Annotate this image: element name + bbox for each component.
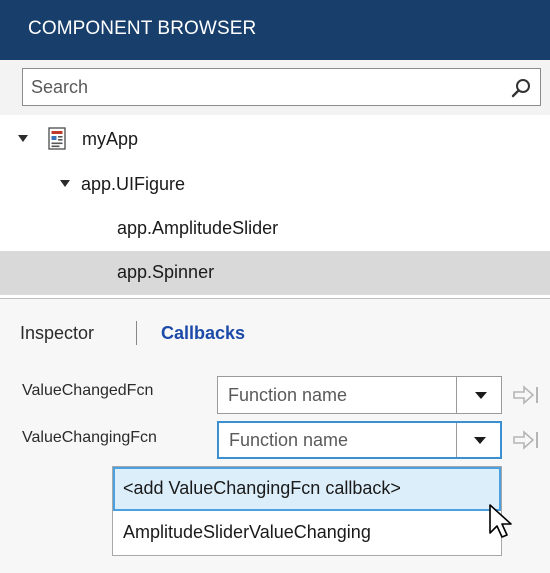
tree-node-uifigure[interactable]: app.UIFigure xyxy=(0,163,550,207)
callback-label-valuechangingfcn: ValueChangingFcn xyxy=(22,429,157,446)
tree-node-spinner[interactable]: app.Spinner xyxy=(0,251,550,295)
tab-inspector[interactable]: Inspector xyxy=(20,323,94,344)
search-icon[interactable] xyxy=(510,77,532,99)
chevron-down-icon[interactable] xyxy=(475,392,487,399)
dropdown-option-label: <add ValueChangingFcn callback> xyxy=(123,478,401,498)
combo-placeholder[interactable]: Function name xyxy=(229,430,348,451)
combo-placeholder[interactable]: Function name xyxy=(228,385,347,406)
chevron-down-icon[interactable] xyxy=(474,437,486,444)
callback-label-valuechangedfcn: ValueChangedFcn xyxy=(22,382,154,399)
dropdown-option-add-callback[interactable]: <add ValueChangingFcn callback> xyxy=(113,467,501,511)
component-tree: myApp app.UIFigure app.AmplitudeSlider a… xyxy=(0,115,550,298)
go-to-callback-icon[interactable] xyxy=(512,384,542,406)
search-area xyxy=(0,60,550,115)
tree-node-amplitudeslider[interactable]: app.AmplitudeSlider xyxy=(0,207,550,251)
go-to-callback-icon[interactable] xyxy=(512,429,542,451)
callback-dropdown-list: <add ValueChangingFcn callback> Amplitud… xyxy=(112,466,502,556)
tab-separator xyxy=(136,321,137,345)
component-browser-header: COMPONENT BROWSER xyxy=(0,0,550,60)
valuechangedfcn-combo[interactable]: Function name xyxy=(217,376,502,414)
combo-separator xyxy=(456,423,457,457)
valuechangingfcn-combo[interactable]: Function name xyxy=(217,421,502,459)
tree-label-amplitudeslider: app.AmplitudeSlider xyxy=(117,218,279,238)
search-box[interactable] xyxy=(22,68,541,106)
tree-label-uifigure: app.UIFigure xyxy=(81,174,186,194)
dropdown-option-existing-callback[interactable]: AmplitudeSliderValueChanging xyxy=(113,511,501,555)
expand-arrow-icon[interactable] xyxy=(59,179,71,189)
inspector-tabs: Inspector Callbacks xyxy=(0,299,550,355)
mouse-pointer-icon xyxy=(489,504,512,538)
dropdown-option-label: AmplitudeSliderValueChanging xyxy=(123,522,371,542)
search-input[interactable] xyxy=(31,69,491,105)
panel-title: COMPONENT BROWSER xyxy=(28,18,257,39)
app-file-icon xyxy=(48,127,66,150)
tree-label-myapp: myApp xyxy=(82,129,139,149)
expand-arrow-icon[interactable] xyxy=(17,134,29,144)
tree-label-spinner: app.Spinner xyxy=(117,262,215,282)
tab-callbacks[interactable]: Callbacks xyxy=(161,323,245,344)
combo-separator xyxy=(456,377,457,413)
tree-node-myapp[interactable]: myApp xyxy=(0,118,550,162)
